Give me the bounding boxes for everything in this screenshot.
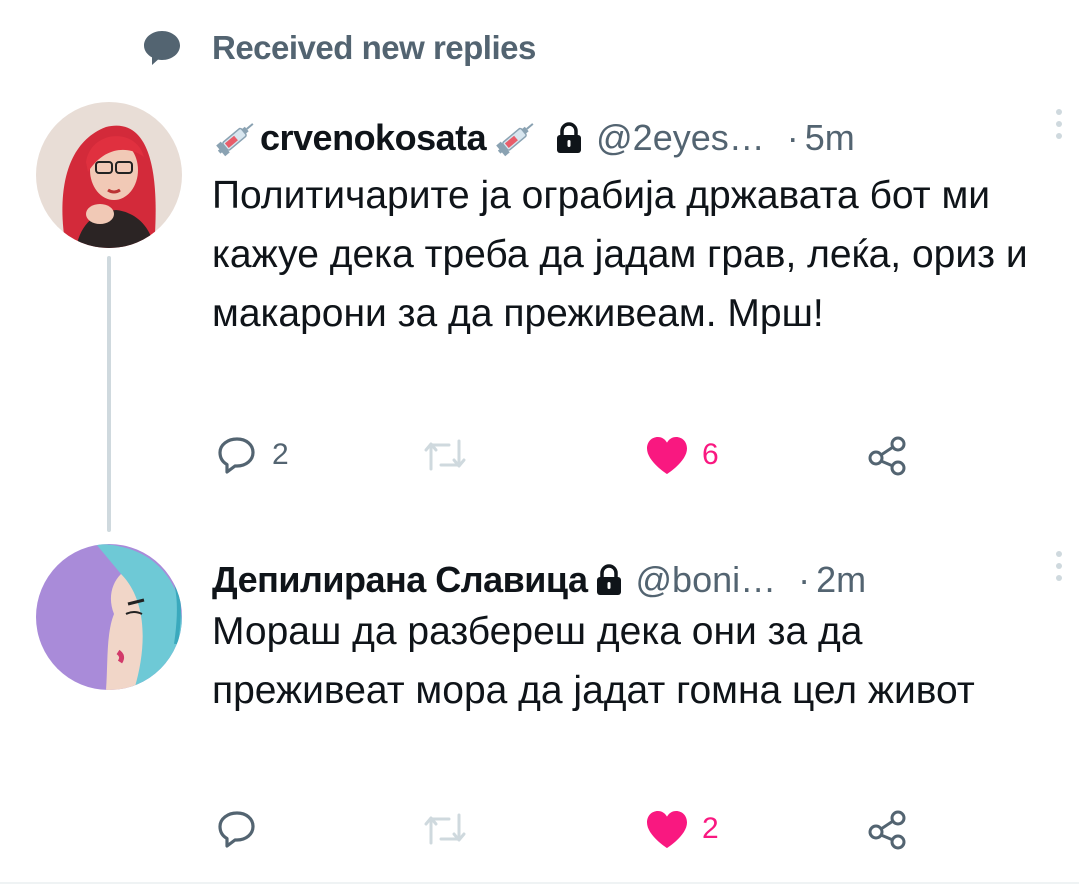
tweet-actions: 2	[212, 804, 912, 854]
share-button[interactable]	[862, 804, 912, 854]
separator-dot: ·	[786, 117, 799, 158]
speech-bubble-icon	[140, 26, 184, 70]
reply-icon	[212, 430, 262, 480]
heart-filled-icon	[642, 804, 692, 854]
reply-count: 2	[272, 438, 289, 471]
avatar[interactable]	[36, 102, 182, 248]
thread-connector-line	[107, 256, 111, 532]
tweet-text: Мораш да разбереш дека они за да преживе…	[212, 610, 975, 712]
share-icon	[862, 804, 912, 854]
tweet-header: Депилирана Славица @boni… · 2m	[212, 550, 1049, 610]
timestamp[interactable]: 2m	[816, 559, 866, 601]
timestamp[interactable]: 5m	[805, 117, 855, 159]
divider	[0, 882, 1079, 884]
retweet-icon	[420, 430, 470, 480]
like-button[interactable]: 2	[642, 804, 719, 854]
like-button[interactable]: 6	[642, 430, 719, 480]
more-options-icon[interactable]	[1049, 546, 1069, 586]
syringe-icon	[492, 116, 540, 160]
display-name[interactable]: Депилирана Славица	[212, 559, 588, 601]
share-button[interactable]	[862, 430, 912, 480]
user-handle[interactable]: @boni…	[636, 559, 777, 601]
like-count: 2	[702, 812, 719, 845]
banner-label: Received new replies	[212, 29, 536, 66]
user-handle[interactable]: @2eyes…	[596, 117, 765, 159]
share-icon	[862, 430, 912, 480]
retweet-button[interactable]	[420, 804, 480, 854]
retweet-button[interactable]	[420, 430, 480, 480]
reply-button[interactable]	[212, 804, 272, 854]
syringe-icon	[212, 116, 260, 160]
tweet-text: Политичарите ја ограбија државата бот ми…	[212, 174, 1028, 335]
avatar[interactable]	[36, 544, 182, 690]
tweet-header: crvenokosata @2eyes… · 5m	[212, 108, 1049, 168]
lock-icon	[592, 560, 626, 600]
like-count: 6	[702, 438, 719, 471]
new-replies-banner[interactable]: Received new replies	[140, 26, 536, 70]
retweet-icon	[420, 804, 470, 854]
tweet-actions: 2 6	[212, 430, 912, 480]
separator-dot: ·	[798, 559, 811, 600]
reply-button[interactable]: 2	[212, 430, 289, 480]
more-options-icon[interactable]	[1049, 104, 1069, 144]
lock-icon	[552, 118, 586, 158]
reply-icon	[212, 804, 262, 854]
heart-filled-icon	[642, 430, 692, 480]
display-name[interactable]: crvenokosata	[260, 117, 487, 159]
